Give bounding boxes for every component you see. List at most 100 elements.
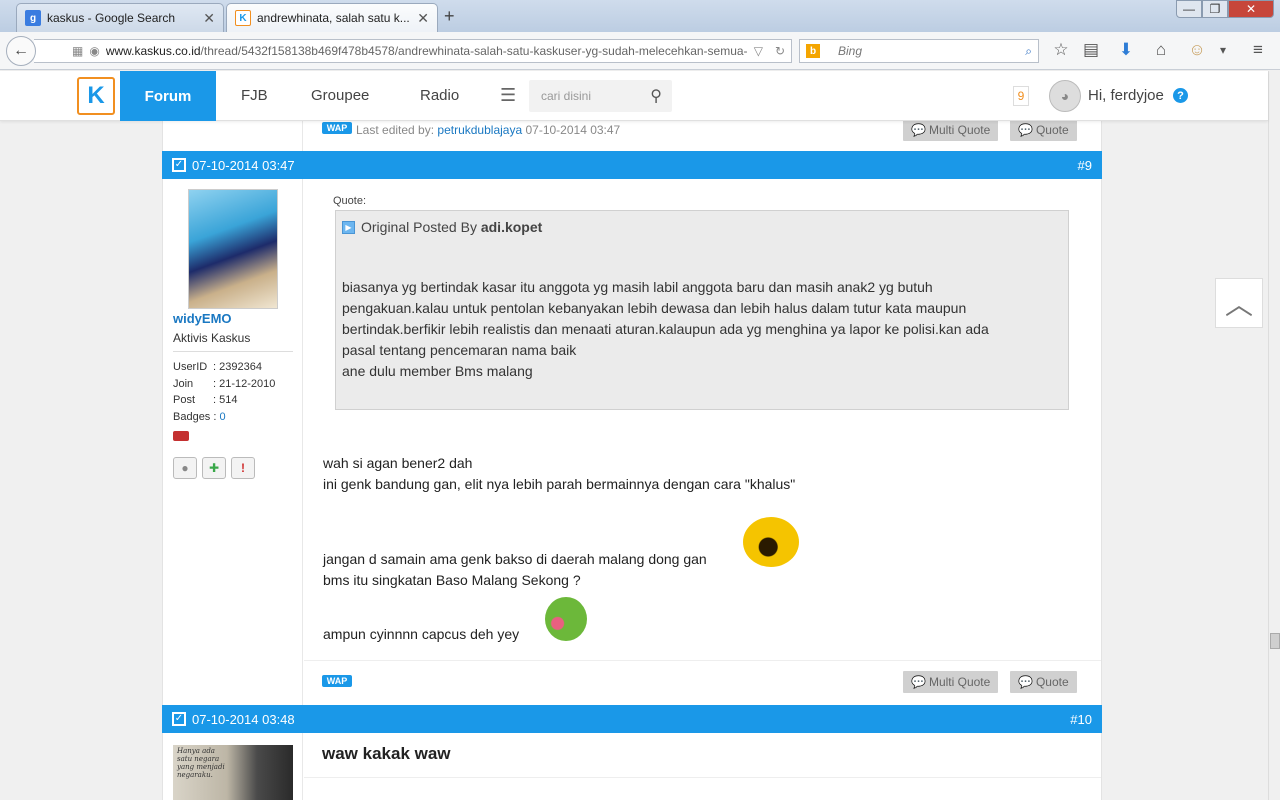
quote-author[interactable]: adi.kopet xyxy=(481,219,542,235)
user-greeting[interactable]: Hi, ferdyjoe xyxy=(1088,87,1164,104)
addon-icon[interactable]: ☺ xyxy=(1186,40,1208,60)
address-bar[interactable]: ▦ ◉ www.kaskus.co.id/thread/5432f158138b… xyxy=(34,39,792,63)
search-icon[interactable]: ⚲ xyxy=(650,86,662,106)
quote-line: bertindak.berfikir lebih realistis dan m… xyxy=(342,321,989,337)
post-text-line: ini genk bandung gan, elit nya lebih par… xyxy=(323,476,796,492)
userbox xyxy=(163,121,303,151)
nav-radio[interactable]: Radio xyxy=(420,87,459,104)
quote-line: pengakuan.kalau untuk pentolan kebanyaka… xyxy=(342,300,967,316)
site-header: K Forum FJB Groupee Radio ☰ cari disini … xyxy=(0,71,1268,121)
tab-google-search[interactable]: g kaskus - Google Search ✕ xyxy=(16,3,224,32)
kaskus-logo[interactable]: K xyxy=(77,77,115,115)
avatar[interactable] xyxy=(188,189,278,309)
divider xyxy=(304,777,1101,778)
back-button[interactable]: ← xyxy=(6,36,36,66)
tab-label: andrewhinata, salah satu k... xyxy=(257,11,410,25)
site-search-input[interactable]: cari disini ⚲ xyxy=(529,80,672,112)
notification-count[interactable]: 9 xyxy=(1013,86,1029,106)
bookmark-star-icon[interactable]: ☆ xyxy=(1050,40,1072,60)
stat-value: : 514 xyxy=(213,394,238,406)
avatar[interactable]: Hanya ada satu negara yang menjadi negar… xyxy=(173,745,293,800)
avatar[interactable]: ◕ xyxy=(1049,80,1081,112)
quote-prefix: Original Posted By xyxy=(361,219,477,235)
chevron-down-icon[interactable]: ▾ xyxy=(1212,43,1234,57)
userbox: Hanya ada satu negara yang menjadi negar… xyxy=(163,733,303,800)
username-link[interactable]: widyEMO xyxy=(173,311,232,326)
view-post-icon[interactable]: ▶ xyxy=(342,220,355,234)
menu-icon[interactable]: ≡ xyxy=(1247,40,1269,60)
globe-icon: ◉ xyxy=(89,44,100,58)
post-text-line: jangan d samain ama genk bakso di daerah… xyxy=(323,551,707,567)
comment-icon: 💬 xyxy=(1018,123,1033,137)
nav-forum[interactable]: Forum xyxy=(120,71,216,121)
quote-label: Quote xyxy=(1035,123,1069,137)
bing-icon: b xyxy=(806,44,820,58)
quote-button[interactable]: 💬 Quote xyxy=(1010,121,1077,141)
edited-date: 07-10-2014 03:47 xyxy=(525,123,621,137)
dropdown-icon[interactable]: ▽ xyxy=(754,44,763,58)
quote-button[interactable]: 💬 Quote xyxy=(1010,671,1077,693)
nav-groupee[interactable]: Groupee xyxy=(311,87,369,104)
browser-tab-bar: g kaskus - Google Search ✕ K andrewhinat… xyxy=(0,0,1280,32)
close-window-button[interactable]: ✕ xyxy=(1228,0,1274,18)
new-tab-button[interactable]: + xyxy=(444,6,455,27)
stat-label: Join xyxy=(173,377,194,390)
multi-quote-button[interactable]: 💬 Multi Quote xyxy=(903,671,999,693)
badges-label: Badges : xyxy=(173,410,217,423)
bookmarks-list-icon[interactable]: ▤ xyxy=(1080,40,1102,60)
quote-line: pasal tentang pencemaran nama baik xyxy=(342,342,577,358)
nav-fjb[interactable]: FJB xyxy=(241,87,268,104)
comment-icon: 💬 xyxy=(1018,675,1033,689)
browser-nav-bar: ▦ ◉ www.kaskus.co.id/thread/5432f158138b… xyxy=(0,32,1280,70)
post-number[interactable]: #10 xyxy=(1070,712,1092,727)
stat-value: : 2392364 xyxy=(213,361,262,373)
quote-box: ▶ Original Posted By adi.kopet biasanya … xyxy=(335,210,1069,410)
comments-icon: 💬 xyxy=(911,123,926,137)
report-icon[interactable]: ! xyxy=(231,457,255,479)
user-rank: Aktivis Kaskus xyxy=(173,331,251,345)
multi-quote-label: Multi Quote xyxy=(928,123,991,137)
maximize-button[interactable]: ❐ xyxy=(1202,0,1228,18)
google-icon: g xyxy=(25,10,41,26)
checkbox-icon[interactable]: ✓ xyxy=(172,712,186,726)
profile-icon[interactable]: ● xyxy=(173,457,197,479)
scrollbar-thumb[interactable] xyxy=(1270,633,1280,649)
help-icon[interactable]: ? xyxy=(1173,88,1188,103)
avatar-quote-text: Hanya ada satu negara yang menjadi negar… xyxy=(177,747,225,779)
edited-by-link[interactable]: petrukdublajaya xyxy=(437,123,522,137)
post-number[interactable]: #9 xyxy=(1078,158,1092,173)
scrollbar[interactable] xyxy=(1268,71,1280,800)
list-menu-icon[interactable]: ☰ xyxy=(500,85,516,106)
search-bar[interactable]: b Bing ⌕ xyxy=(799,39,1039,63)
divider xyxy=(304,660,1101,661)
badges-link[interactable]: 0 xyxy=(219,411,225,423)
comments-icon: 💬 xyxy=(911,675,926,689)
search-icon[interactable]: ⌕ xyxy=(1025,44,1032,59)
page-content: WAP Last edited by: petrukdublajaya 07-1… xyxy=(0,121,1268,800)
quote-body: biasanya yg bertindak kasar itu anggota … xyxy=(342,277,1062,382)
edited-note: Last edited by: petrukdublajaya 07-10-20… xyxy=(356,123,620,137)
download-icon[interactable]: ⬇ xyxy=(1115,40,1137,60)
post-date: 07-10-2014 03:48 xyxy=(192,711,295,727)
home-icon[interactable]: ⌂ xyxy=(1150,40,1172,60)
close-icon[interactable]: ✕ xyxy=(417,10,429,27)
minimize-button[interactable]: — xyxy=(1176,0,1202,18)
post-header: ✓ 07-10-2014 03:48 #10 xyxy=(162,705,1102,733)
multi-quote-button[interactable]: 💬 Multi Quote xyxy=(903,121,999,141)
add-friend-icon[interactable]: ✚ xyxy=(202,457,226,479)
quote-label: Quote xyxy=(1035,675,1069,689)
url-domain: www.kaskus.co.id xyxy=(105,44,201,58)
quote-line: biasanya yg bertindak kasar itu anggota … xyxy=(342,279,933,295)
close-icon[interactable]: ✕ xyxy=(203,10,215,27)
post-text-line: bms itu singkatan Baso Malang Sekong ? xyxy=(323,572,581,588)
kaskus-icon: K xyxy=(235,10,251,26)
user-stats: UserID: 2392364 Join: 21-12-2010 Post: 5… xyxy=(173,359,275,425)
tab-label: kaskus - Google Search xyxy=(47,11,176,25)
stat-label: UserID xyxy=(173,361,208,373)
tab-kaskus-thread[interactable]: K andrewhinata, salah satu k... ✕ xyxy=(226,3,438,32)
reload-icon[interactable]: ↻ xyxy=(775,44,785,58)
quote-header: ▶ Original Posted By adi.kopet xyxy=(342,219,1062,235)
checkbox-icon[interactable]: ✓ xyxy=(172,158,186,172)
crying-emoticon-icon xyxy=(743,517,799,567)
scroll-to-top-button[interactable]: ︿ xyxy=(1215,278,1263,328)
